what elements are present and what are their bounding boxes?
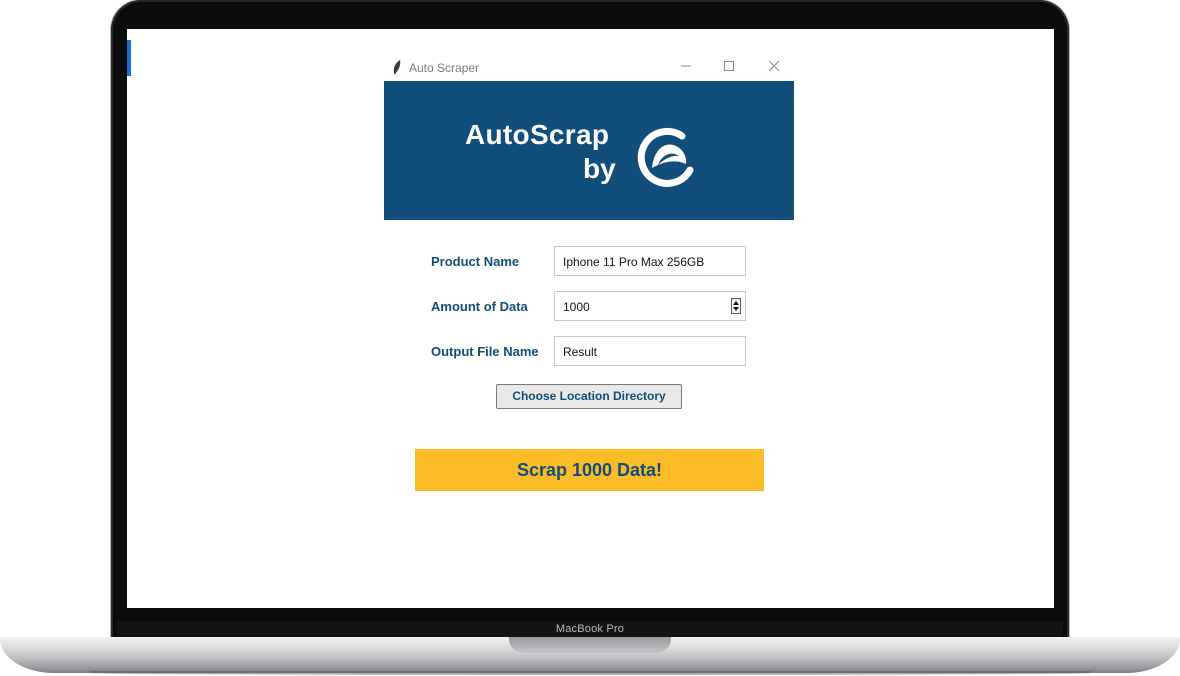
scrap-data-button[interactable]: Scrap 1000 Data! [415,449,764,491]
close-icon[interactable] [766,58,782,74]
output-file-name-label: Output File Name [431,344,539,359]
window-title: Auto Scraper [409,61,480,75]
product-name-label: Product Name [431,254,520,269]
banner-title: AutoScrap [465,119,610,150]
desktop-edge [127,40,131,76]
minimize-icon[interactable] [678,58,694,74]
brand-logo-icon [637,127,694,187]
laptop-notch [509,637,671,653]
amount-of-data-spinbox[interactable]: 1000 [554,291,746,321]
product-name-input[interactable]: Iphone 11 Pro Max 256GB [554,246,746,276]
amount-of-data-label: Amount of Data [431,299,528,314]
feather-icon [393,60,401,75]
spinbox-arrows-icon[interactable] [731,298,741,314]
device-model-label: MacBook Pro [555,623,625,635]
maximize-icon[interactable] [721,58,737,74]
laptop-shadow [90,671,1090,675]
banner-subtitle: by [583,153,616,184]
output-file-name-input[interactable]: Result [554,336,746,366]
choose-location-button[interactable]: Choose Location Directory [496,384,682,409]
